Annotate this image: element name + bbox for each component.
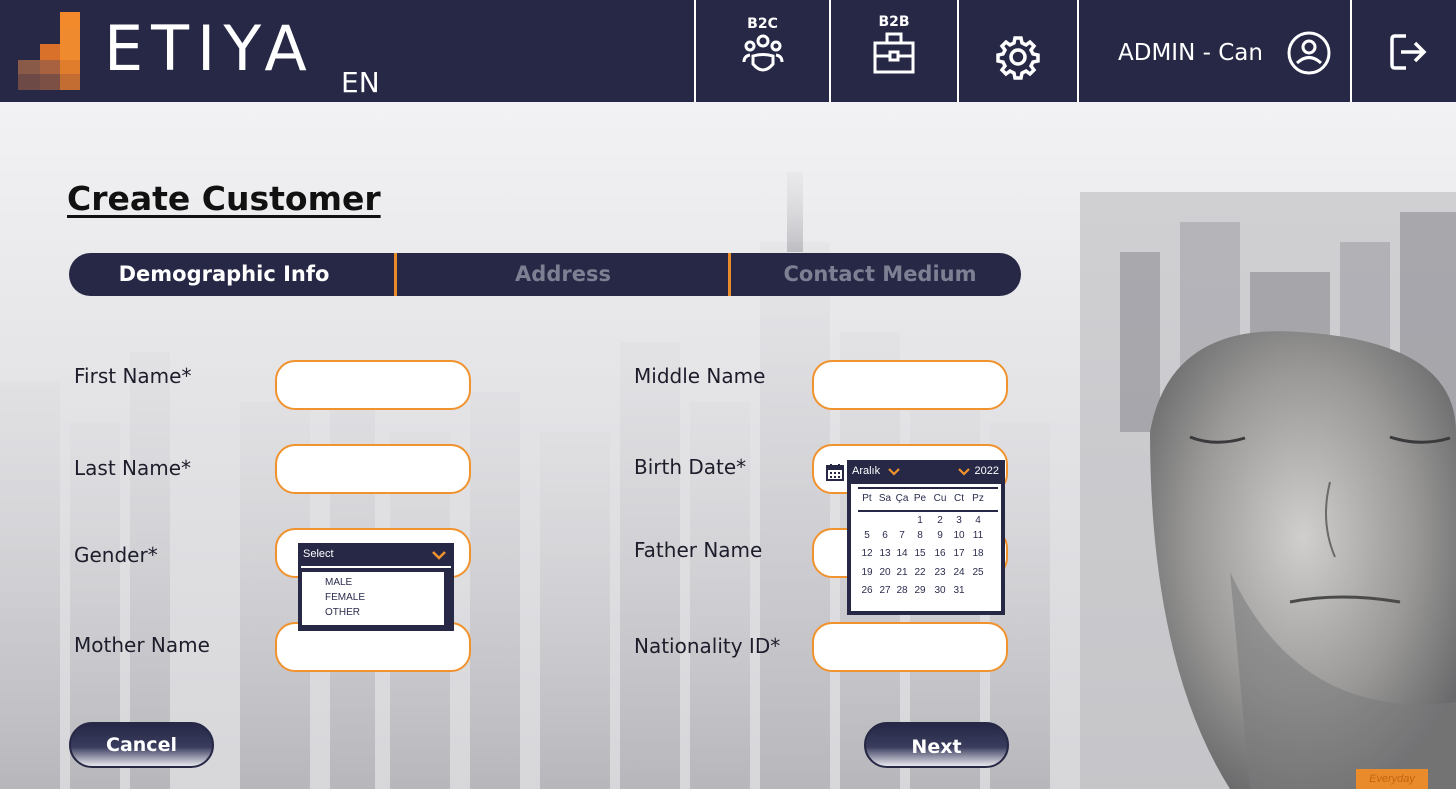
first-name-input[interactable] — [275, 360, 471, 410]
weekday-label: Sa — [878, 493, 892, 504]
calendar-day[interactable]: 5 — [858, 530, 876, 541]
gender-options-list: MALE FEMALE OTHER — [302, 572, 444, 625]
gear-icon — [996, 36, 1040, 80]
weekday-label: Pt — [862, 493, 872, 504]
calendar-day[interactable]: 4 — [969, 515, 987, 526]
calendar-day[interactable]: 12 — [858, 548, 876, 559]
calendar-divider — [858, 487, 998, 489]
calendar-day[interactable]: 9 — [931, 530, 949, 541]
calendar-day[interactable]: 8 — [911, 530, 929, 541]
calendar-day[interactable]: 29 — [911, 585, 929, 596]
middle-name-label: Middle Name — [634, 364, 766, 388]
calendar-day[interactable]: 22 — [911, 567, 929, 578]
calendar-day[interactable]: 14 — [893, 548, 911, 559]
calendar-day[interactable]: 2 — [931, 515, 949, 526]
calendar-icon[interactable] — [826, 463, 844, 481]
chevron-down-icon[interactable] — [958, 468, 970, 476]
middle-name-input[interactable] — [812, 360, 1008, 410]
gender-dropdown-placeholder[interactable]: Select — [303, 548, 334, 560]
calendar-grid: Pt Sa Ça Pe Cu Ct Pz 1 2 3 4 5 6 7 8 9 10 11 12 13 14 15 16 17 1… — [851, 484, 1001, 611]
gender-dropdown: Select MALE FEMALE OTHER — [298, 543, 454, 631]
weekday-label: Pe — [913, 493, 927, 504]
b2c-users-icon — [742, 34, 783, 72]
calendar-year-select[interactable]: 2022 — [975, 465, 999, 477]
calendar-day[interactable]: 24 — [950, 567, 968, 578]
gender-label: Gender* — [74, 543, 158, 567]
page-title: Create Customer — [67, 179, 381, 218]
calendar-day[interactable]: 11 — [969, 530, 987, 541]
calendar-day[interactable]: 31 — [950, 585, 968, 596]
next-button[interactable]: Next — [864, 722, 1009, 768]
weekday-label: Cu — [933, 493, 947, 504]
b2b-label: B2B — [878, 14, 910, 30]
calendar-divider — [858, 510, 998, 512]
user-name: ADMIN - Can — [1118, 40, 1263, 66]
calendar-day[interactable]: 27 — [876, 585, 894, 596]
chevron-down-icon[interactable] — [432, 550, 446, 560]
calendar-day[interactable]: 3 — [950, 515, 968, 526]
calendar-day[interactable]: 26 — [858, 585, 876, 596]
first-name-label: First Name* — [74, 364, 192, 388]
header-divider — [1350, 0, 1352, 102]
dropdown-divider — [301, 566, 451, 568]
etiya-logo-icon — [18, 12, 80, 90]
b2c-button[interactable]: B2C — [696, 0, 829, 102]
calendar-day[interactable]: 19 — [858, 567, 876, 578]
last-name-input[interactable] — [275, 444, 471, 494]
calendar-day[interactable]: 25 — [969, 567, 987, 578]
gender-option-male[interactable]: MALE — [325, 577, 352, 588]
chevron-down-icon[interactable] — [888, 468, 900, 476]
calendar-day[interactable]: 7 — [893, 530, 911, 541]
step-tabs: Demographic Info Address Contact Medium — [69, 253, 1021, 296]
nationality-id-label: Nationality ID* — [634, 634, 781, 658]
logout-icon[interactable] — [1389, 32, 1429, 72]
tab-address[interactable]: Address — [397, 253, 729, 296]
calendar-day[interactable]: 20 — [876, 567, 894, 578]
calendar-day[interactable]: 13 — [876, 548, 894, 559]
calendar-day[interactable]: 17 — [950, 548, 968, 559]
calendar-day[interactable]: 15 — [911, 548, 929, 559]
mother-name-label: Mother Name — [74, 633, 210, 657]
cancel-button[interactable]: Cancel — [69, 722, 214, 768]
weekday-label: Pz — [972, 493, 984, 504]
settings-button[interactable] — [959, 0, 1077, 102]
birth-date-label: Birth Date* — [634, 455, 747, 479]
calendar-day[interactable]: 21 — [893, 567, 911, 578]
weekday-label: Ça — [895, 493, 909, 504]
gender-option-other[interactable]: OTHER — [325, 607, 360, 618]
everyday-badge: Everyday — [1356, 769, 1428, 789]
birth-date-calendar: Aralık 2022 Pt Sa Ça Pe Cu Ct Pz 1 2 3 4 5 6 7 8 9 10 11 1… — [847, 460, 1005, 615]
tab-demographic-info[interactable]: Demographic Info — [69, 253, 379, 296]
gender-option-female[interactable]: FEMALE — [325, 592, 365, 603]
calendar-day[interactable]: 10 — [950, 530, 968, 541]
brand-name: ETIYA — [104, 12, 315, 85]
b2c-label: B2C — [747, 16, 778, 32]
tab-contact-medium[interactable]: Contact Medium — [731, 253, 1029, 296]
calendar-day[interactable]: 23 — [931, 567, 949, 578]
calendar-day[interactable]: 16 — [931, 548, 949, 559]
nationality-id-input[interactable] — [812, 622, 1008, 672]
top-navigation-bar: ETIYA EN B2C B2B ADMIN - Can — [0, 0, 1456, 102]
calendar-day[interactable]: 1 — [911, 515, 929, 526]
last-name-label: Last Name* — [74, 456, 192, 480]
user-avatar-icon[interactable] — [1286, 30, 1332, 76]
calendar-day[interactable]: 18 — [969, 548, 987, 559]
language-selector[interactable]: EN — [341, 66, 380, 99]
weekday-label: Ct — [954, 493, 964, 504]
calendar-month-select[interactable]: Aralık — [852, 465, 880, 477]
b2b-briefcase-icon — [873, 32, 915, 74]
calendar-day[interactable]: 28 — [893, 585, 911, 596]
calendar-day[interactable]: 30 — [931, 585, 949, 596]
calendar-day[interactable]: 6 — [876, 530, 894, 541]
header-divider — [1077, 0, 1079, 102]
father-name-label: Father Name — [634, 538, 763, 562]
b2b-button[interactable]: B2B — [831, 0, 957, 102]
